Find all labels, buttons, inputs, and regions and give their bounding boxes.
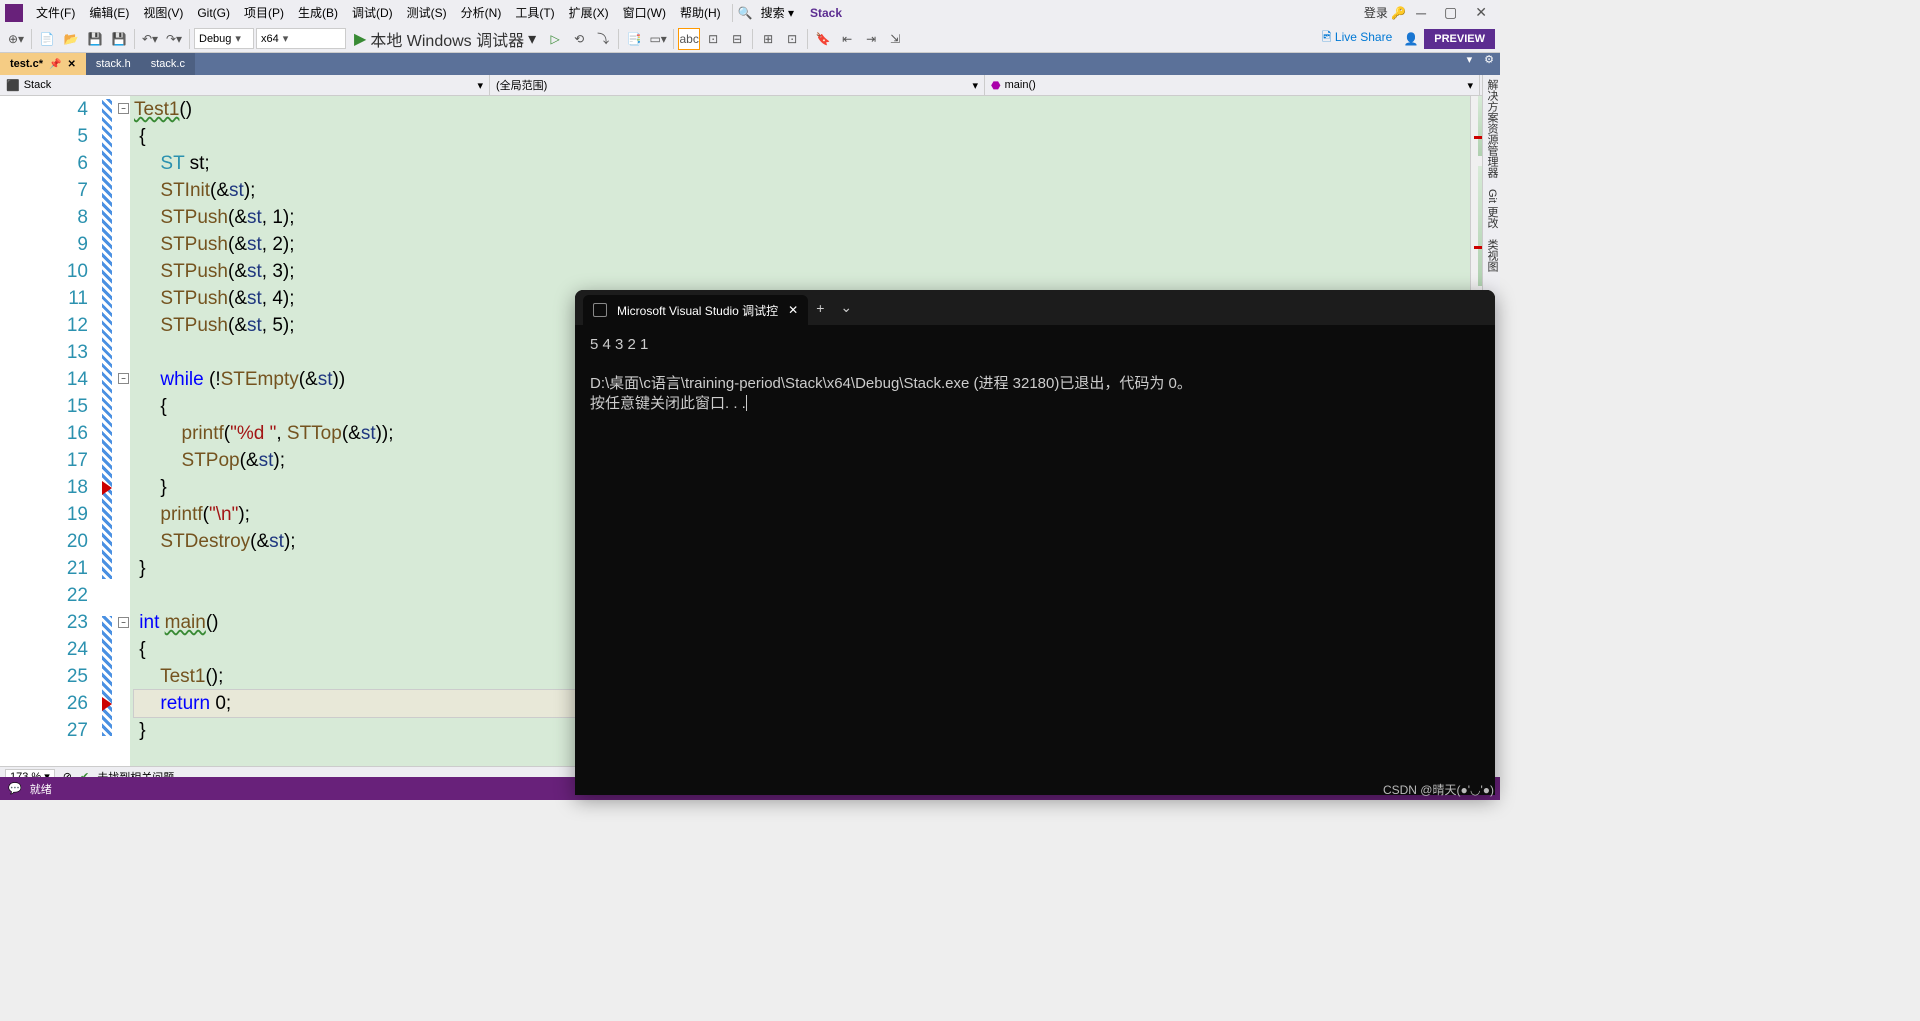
menu-debug[interactable]: 调试(D) [346, 1, 399, 24]
solution-explorer-tab[interactable]: 解决方案资源管理器 [1486, 79, 1498, 178]
save-all-icon[interactable]: 💾 [108, 28, 130, 50]
scope-global[interactable]: (全局范围)▾ [490, 75, 985, 95]
preview-badge[interactable]: PREVIEW [1424, 29, 1495, 49]
scope-project[interactable]: ⬛Stack▾ [0, 75, 490, 95]
tb-icon-1[interactable]: 📑 [623, 28, 645, 50]
close-tab-icon[interactable]: ✕ [67, 59, 75, 70]
console-titlebar[interactable]: Microsoft Visual Studio 调试控 ✕ + ⌄ [575, 290, 1495, 325]
terminal-icon [593, 303, 607, 317]
nav-back-icon[interactable]: ⊕▾ [5, 28, 27, 50]
feedback-icon[interactable]: 💬 [8, 782, 22, 795]
menu-edit[interactable]: 编辑(E) [83, 1, 135, 24]
bookmark-icon[interactable]: 🔖 [812, 28, 834, 50]
tab-dropdown-icon[interactable]: ▾ [1461, 53, 1479, 75]
save-icon[interactable]: 💾 [84, 28, 106, 50]
open-icon[interactable]: 📂 [60, 28, 82, 50]
tab-stack-c[interactable]: stack.c [141, 53, 195, 75]
project-name: Stack [810, 6, 842, 20]
config-dropdown[interactable]: Debug [194, 28, 254, 49]
close-icon[interactable]: ✕ [1467, 0, 1495, 25]
nav-icon-1[interactable]: ⇤ [836, 28, 858, 50]
menu-search[interactable]: 搜索 ▾ [755, 1, 800, 24]
breakpoint-arrow-icon[interactable] [102, 697, 112, 711]
manage-icon[interactable]: 👤 [1400, 28, 1422, 50]
new-file-icon[interactable]: 📄 [36, 28, 58, 50]
tab-test-c[interactable]: test.c*📌✕ [0, 53, 86, 75]
toolbar: ⊕▾ 📄 📂 💾 💾 ↶▾ ↷▾ Debug x64 ▶本地 Windows 调… [0, 25, 1500, 53]
menu-analyze[interactable]: 分析(N) [455, 1, 508, 24]
scope-function[interactable]: ⬣main()▾ [985, 75, 1480, 95]
watermark: CSDN @晴天(●'◡'●) [1383, 781, 1494, 798]
git-changes-tab[interactable]: Git 更改 [1486, 189, 1498, 228]
menu-help[interactable]: 帮助(H) [674, 1, 727, 24]
liveshare-button[interactable]: 🖻 Live Share [1316, 28, 1398, 49]
menu-ext[interactable]: 扩展(X) [563, 1, 615, 24]
line-gutter: 45 67 89 1011 1213 1415 1617 1819 2021 2… [0, 96, 100, 766]
fold-icon[interactable]: − [118, 103, 129, 114]
console-output: 5 4 3 2 1 D:\桌面\c语言\training-period\Stac… [575, 325, 1495, 423]
platform-dropdown[interactable]: x64 [256, 28, 346, 49]
tb-icon-6[interactable]: ⊞ [757, 28, 779, 50]
redo-icon[interactable]: ↷▾ [163, 28, 185, 50]
menu-bar: 文件(F) 编辑(E) 视图(V) Git(G) 项目(P) 生成(B) 调试(… [0, 0, 1500, 25]
console-tab[interactable]: Microsoft Visual Studio 调试控 ✕ [583, 295, 808, 325]
menu-file[interactable]: 文件(F) [30, 1, 81, 24]
debug-console-window[interactable]: Microsoft Visual Studio 调试控 ✕ + ⌄ 5 4 3 … [575, 290, 1495, 795]
marker-margin[interactable]: − − − [100, 96, 130, 766]
navigation-bar: ⬛Stack▾ (全局范围)▾ ⬣main()▾ ✚ [0, 75, 1500, 96]
menu-build[interactable]: 生成(B) [292, 1, 344, 24]
tb-icon-3[interactable]: abc [678, 28, 700, 50]
document-tabs: test.c*📌✕ stack.h stack.c ▾ ⚙ [0, 53, 1500, 75]
menu-git[interactable]: Git(G) [191, 3, 236, 23]
undo-icon[interactable]: ↶▾ [139, 28, 161, 50]
stop-icon[interactable]: ⟲ [568, 28, 590, 50]
tab-stack-h[interactable]: stack.h [86, 53, 141, 75]
run-nodebug-icon[interactable]: ▷ [544, 28, 566, 50]
login-button[interactable]: 登录 🔑 [1364, 4, 1406, 21]
menu-tools[interactable]: 工具(T) [509, 1, 560, 24]
menu-window[interactable]: 窗口(W) [617, 1, 672, 24]
step-icon[interactable]: ⤵ [592, 28, 614, 50]
pin-icon[interactable]: 📌 [49, 59, 61, 70]
nav-icon-2[interactable]: ⇥ [860, 28, 882, 50]
nav-icon-3[interactable]: ⇲ [884, 28, 906, 50]
minimize-icon[interactable]: ─ [1408, 1, 1434, 25]
tb-icon-4[interactable]: ⊡ [702, 28, 724, 50]
new-tab-icon[interactable]: + [808, 300, 832, 316]
fold-icon[interactable]: − [118, 373, 129, 384]
tb-icon-2[interactable]: ▭▾ [647, 28, 669, 50]
close-console-tab-icon[interactable]: ✕ [788, 303, 798, 317]
breakpoint-arrow-icon[interactable] [102, 481, 112, 495]
maximize-icon[interactable]: ▢ [1436, 0, 1465, 25]
tab-menu-icon[interactable]: ⌄ [832, 299, 860, 316]
tb-icon-5[interactable]: ⊟ [726, 28, 748, 50]
run-debugger-button[interactable]: ▶本地 Windows 调试器 ▾ [348, 27, 542, 51]
gear-icon[interactable]: ⚙ [1478, 53, 1500, 75]
menu-view[interactable]: 视图(V) [137, 1, 189, 24]
menu-test[interactable]: 测试(S) [401, 1, 453, 24]
fold-icon[interactable]: − [118, 617, 129, 628]
vs-logo [5, 4, 23, 22]
class-view-tab[interactable]: 类视图 [1486, 239, 1498, 272]
menu-project[interactable]: 项目(P) [238, 1, 290, 24]
status-ready: 就绪 [30, 781, 52, 797]
search-icon: 🔍 [738, 6, 753, 20]
tb-icon-7[interactable]: ⊡ [781, 28, 803, 50]
